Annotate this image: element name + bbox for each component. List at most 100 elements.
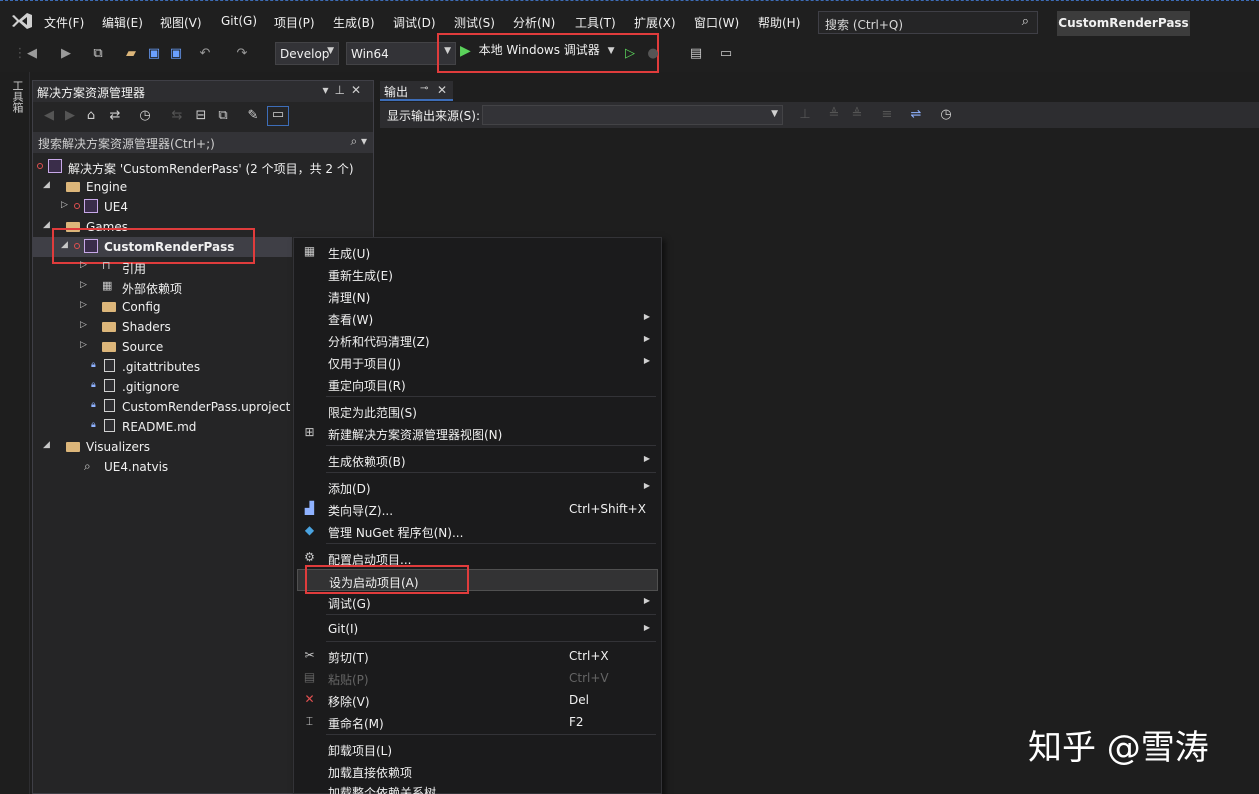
timestamp-icon[interactable]: ◷: [938, 107, 954, 123]
menu-help[interactable]: 帮助(H): [758, 14, 800, 31]
menu-analyze[interactable]: 分析(N): [513, 14, 555, 31]
output-source-label: 显示输出来源(S):: [387, 109, 481, 123]
menu-git[interactable]: Git(G): [221, 14, 257, 28]
prev-message-icon[interactable]: ≜: [826, 107, 842, 123]
start-debugging-button[interactable]: ▶ 本地 Windows 调试器 ▼: [460, 42, 615, 65]
next-message-icon[interactable]: ≜: [849, 107, 865, 123]
tree-item-shaders[interactable]: ▷ Shaders: [33, 317, 292, 337]
expanded-icon[interactable]: ◢: [43, 440, 50, 450]
collapsed-icon[interactable]: ▷: [80, 260, 87, 270]
lock-icon: 🔒︎: [91, 380, 96, 390]
menu-window[interactable]: 窗口(W): [694, 14, 739, 31]
tree-item-natvis[interactable]: ⌕ UE4.natvis: [33, 457, 292, 477]
solution-icon: [48, 159, 62, 173]
tree-item-visualizers[interactable]: ◢ Visualizers: [33, 437, 292, 457]
collapsed-icon[interactable]: ▷: [61, 200, 68, 210]
tree-item-engine[interactable]: ◢ Engine: [33, 177, 373, 197]
find-in-output-icon[interactable]: ⊥: [797, 107, 813, 123]
menu-file[interactable]: 文件(F): [44, 14, 84, 31]
toolbox-tab[interactable]: 工具箱: [9, 80, 24, 113]
tab-output[interactable]: 输出 ⊸ ✕: [380, 81, 453, 101]
switch-views-icon[interactable]: ⇄: [107, 108, 123, 124]
tree-item-config[interactable]: ▷ Config: [33, 297, 292, 317]
tree-item-references[interactable]: ▷ ⊓ 引用: [33, 257, 292, 277]
tree-item-external-deps[interactable]: ▷ ▦ 外部依赖项: [33, 277, 292, 297]
menu-item-project-only[interactable]: 仅用于项目(J) ▶: [294, 351, 660, 373]
menu-item-git[interactable]: Git(I) ▶: [294, 618, 660, 640]
browse-folder-icon[interactable]: ▤: [688, 46, 704, 62]
output-source-select[interactable]: ▼: [482, 105, 783, 125]
open-folder-icon[interactable]: ▰: [123, 46, 139, 62]
menu-item-retarget[interactable]: 重定向项目(R): [294, 373, 660, 395]
menu-item-load-dep-tree[interactable]: 加载整个依赖关系树: [294, 780, 660, 794]
menu-debug[interactable]: 调试(D): [393, 14, 436, 31]
menu-build[interactable]: 生成(B): [333, 14, 375, 31]
tree-item-solution[interactable]: 解决方案 'CustomRenderPass' (2 个项目，共 2 个): [33, 157, 373, 177]
pending-changes-icon[interactable]: ◷: [137, 108, 153, 124]
menu-item-unload[interactable]: 卸载项目(L): [294, 738, 660, 760]
menu-edit[interactable]: 编辑(E): [102, 14, 143, 31]
solution-explorer-search[interactable]: 搜索解决方案资源管理器(Ctrl+;) ⌕ ▾: [33, 132, 373, 153]
forward-icon[interactable]: ▶: [62, 108, 78, 124]
properties-icon[interactable]: ✎: [245, 108, 261, 124]
collapse-all-icon[interactable]: ⊟: [193, 108, 209, 124]
menu-item-rebuild[interactable]: 重新生成(E): [294, 263, 660, 285]
menu-item-add[interactable]: 添加(D) ▶: [294, 476, 660, 498]
menu-item-manage-nuget[interactable]: ◆ 管理 NuGet 程序包(N)...: [294, 520, 660, 542]
menu-item-load-direct-deps[interactable]: 加载直接依赖项: [294, 760, 660, 782]
configuration-select[interactable]: Develop ▼: [275, 42, 339, 65]
undo-icon[interactable]: ↶: [197, 46, 213, 62]
menu-item-build[interactable]: ▦ 生成(U): [294, 241, 660, 263]
menu-item-build-dependencies[interactable]: 生成依赖项(B) ▶: [294, 449, 660, 471]
home-icon[interactable]: ⌂: [83, 108, 99, 124]
pin-icon[interactable]: ⊸: [420, 83, 428, 94]
menu-item-class-wizard[interactable]: ▟ 类向导(Z)... Ctrl+Shift+X: [294, 498, 660, 520]
start-without-debugging-icon[interactable]: ▷: [622, 46, 638, 62]
preview-icon[interactable]: ▭: [267, 106, 289, 126]
back-icon[interactable]: ◀: [24, 46, 40, 62]
save-icon[interactable]: ▣: [146, 46, 162, 62]
clear-all-icon[interactable]: ≡: [879, 107, 895, 123]
forward-icon[interactable]: ▶: [58, 46, 74, 62]
menu-item-debug[interactable]: 调试(G) ▶: [294, 591, 660, 613]
expanded-icon[interactable]: ◢: [43, 180, 50, 190]
menu-item-scope-to-this[interactable]: 限定为此范围(S): [294, 400, 660, 422]
menu-test[interactable]: 测试(S): [454, 14, 495, 31]
menu-tools[interactable]: 工具(T): [575, 14, 616, 31]
menu-project[interactable]: 项目(P): [274, 14, 315, 31]
close-icon[interactable]: ✕: [437, 83, 447, 97]
tree-item-ue4[interactable]: ▷ UE4: [33, 197, 373, 217]
menu-item-remove[interactable]: ✕ 移除(V) Del: [294, 689, 660, 711]
show-all-files-icon[interactable]: ⧉: [215, 108, 231, 124]
menu-item-new-view[interactable]: ⊞ 新建解决方案资源管理器视图(N): [294, 422, 660, 444]
hot-reload-icon[interactable]: ●: [645, 46, 661, 62]
tree-item-source[interactable]: ▷ Source: [33, 337, 292, 357]
collapsed-icon[interactable]: ▷: [80, 340, 87, 350]
sync-icon[interactable]: ⇆: [169, 108, 185, 124]
back-icon[interactable]: ◀: [41, 108, 57, 124]
menu-item-analyze[interactable]: 分析和代码清理(Z) ▶: [294, 329, 660, 351]
menu-view[interactable]: 视图(V): [160, 14, 202, 31]
menu-item-cut[interactable]: ✂ 剪切(T) Ctrl+X: [294, 645, 660, 667]
collapsed-icon[interactable]: ▷: [80, 300, 87, 310]
menu-item-rename[interactable]: ⌶ 重命名(M) F2: [294, 711, 660, 733]
global-search-input[interactable]: 搜索 (Ctrl+Q) ⌕: [818, 11, 1038, 34]
expanded-icon[interactable]: ◢: [43, 220, 50, 230]
tree-item-gitattributes[interactable]: 🔒︎ .gitattributes: [33, 357, 292, 377]
tree-item-uproject[interactable]: 🔒︎ CustomRenderPass.uproject: [33, 397, 292, 417]
redo-icon[interactable]: ↷: [234, 46, 250, 62]
chevron-down-icon[interactable]: ▼: [608, 46, 615, 56]
collapsed-icon[interactable]: ▷: [80, 280, 87, 290]
save-all-icon[interactable]: ▣: [168, 46, 184, 62]
collapsed-icon[interactable]: ▷: [80, 320, 87, 330]
tree-item-gitignore[interactable]: 🔒︎ .gitignore: [33, 377, 292, 397]
word-wrap-icon[interactable]: ⇌: [908, 107, 924, 123]
menu-item-clean[interactable]: 清理(N): [294, 285, 660, 307]
visual-studio-logo-icon[interactable]: [10, 11, 34, 31]
new-project-icon[interactable]: ⧉: [90, 46, 106, 62]
tree-item-readme[interactable]: 🔒︎ README.md: [33, 417, 292, 437]
pane-controls[interactable]: ▾⊥✕: [322, 83, 367, 97]
menu-extensions[interactable]: 扩展(X): [634, 14, 676, 31]
menu-item-view[interactable]: 查看(W) ▶: [294, 307, 660, 329]
window-layout-icon[interactable]: ▭: [718, 46, 734, 62]
